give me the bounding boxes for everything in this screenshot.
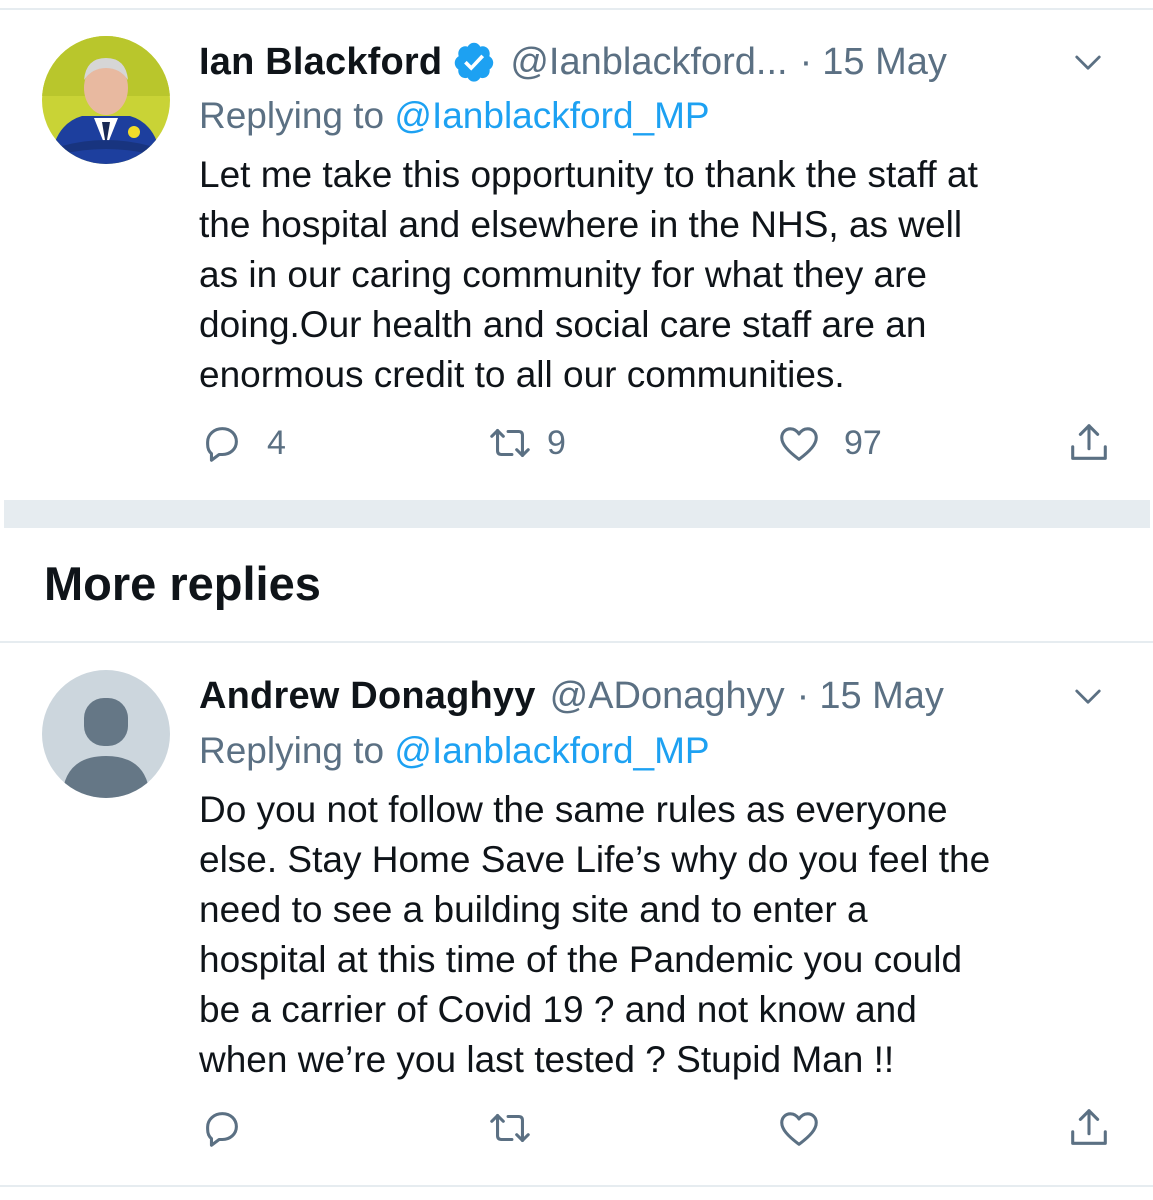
share-button[interactable] (1066, 1105, 1112, 1151)
reply-icon (206, 427, 238, 462)
replying-prefix: Replying to (199, 730, 395, 771)
tweet-text: Do you not follow the same rules as ever… (199, 785, 1124, 1085)
like-button[interactable] (776, 1105, 822, 1151)
tweet-andrew-donaghyy[interactable]: Andrew Donaghyy @ADonaghyy · 15 May Repl… (0, 640, 1153, 1185)
replying-mention-link[interactable]: @Ianblackford_MP (394, 730, 709, 771)
tweet-date[interactable]: 15 May (819, 675, 944, 718)
tweet-actions: 4 9 97 (0, 420, 1153, 480)
separator-dot: · (799, 40, 813, 83)
tweet-header: Ian Blackford @Ianblackford... · 15 May (199, 37, 1113, 87)
like-icon (780, 1112, 818, 1146)
tweet-ian-blackford[interactable]: Ian Blackford @Ianblackford... · 15 May … (0, 0, 1153, 500)
retweet-icon (490, 1114, 530, 1142)
retweet-count: 9 (547, 423, 566, 462)
reply-icon (206, 1112, 238, 1147)
reply-button[interactable] (199, 1105, 245, 1151)
tweet-text-line: else. Stay Home Save Life’s why do you f… (199, 839, 991, 880)
tweet-header: Andrew Donaghyy @ADonaghyy · 15 May (199, 671, 1113, 721)
retweet-button[interactable] (487, 1105, 533, 1151)
like-button[interactable]: 97 (776, 420, 882, 466)
retweet-button[interactable]: 9 (487, 420, 566, 466)
separator-dot: · (796, 674, 810, 717)
tweet-text-line: doing.Our health and social care staff a… (199, 304, 927, 345)
tweet-text-line: as in our caring community for what they… (199, 254, 927, 295)
reply-count: 4 (267, 423, 286, 462)
tweet-text-line: need to see a building site and to enter… (199, 889, 868, 930)
tweet-text-line: be a carrier of Covid 19 ? and not know … (199, 989, 917, 1030)
tweet-actions (0, 1105, 1153, 1165)
author-handle[interactable]: @Ianblackford... (510, 41, 787, 84)
author-name[interactable]: Andrew Donaghyy (199, 675, 536, 718)
tweet-text-line: Do you not follow the same rules as ever… (199, 789, 948, 830)
avatar[interactable] (42, 36, 170, 164)
like-icon (780, 427, 818, 461)
replying-prefix: Replying to (199, 95, 395, 136)
share-button[interactable] (1066, 420, 1112, 466)
tweet-text-line: when we’re you last tested ? Stupid Man … (199, 1039, 895, 1080)
replying-mention-link[interactable]: @Ianblackford_MP (394, 95, 709, 136)
retweet-icon (490, 429, 530, 457)
tweet-text-line: hospital at this time of the Pandemic yo… (199, 939, 963, 980)
verified-badge-icon (452, 40, 496, 84)
default-avatar-icon (42, 670, 170, 798)
section-gap (4, 500, 1150, 528)
bottom-divider (0, 1185, 1153, 1187)
avatar[interactable] (42, 670, 170, 798)
share-icon (1071, 424, 1107, 460)
replying-to-line: Replying to @Ianblackford_MP (199, 95, 710, 137)
profile-photo-icon (42, 36, 170, 164)
tweet-text-line: Let me take this opportunity to thank th… (199, 154, 978, 195)
replying-to-line: Replying to @Ianblackford_MP (199, 730, 710, 772)
tweet-date[interactable]: 15 May (822, 41, 947, 84)
author-handle[interactable]: @ADonaghyy (550, 675, 785, 718)
tweet-text: Let me take this opportunity to thank th… (199, 150, 1124, 400)
like-count: 97 (844, 423, 882, 462)
tweet-text-line: enormous credit to all our communities. (199, 354, 845, 395)
share-icon (1071, 1109, 1107, 1145)
chevron-down-icon[interactable] (1073, 681, 1103, 711)
reply-button[interactable]: 4 (199, 420, 286, 466)
chevron-down-icon[interactable] (1073, 47, 1103, 77)
tweet-text-line: the hospital and elsewhere in the NHS, a… (199, 204, 963, 245)
more-replies-heading: More replies (44, 557, 321, 610)
author-name[interactable]: Ian Blackford (199, 41, 442, 84)
